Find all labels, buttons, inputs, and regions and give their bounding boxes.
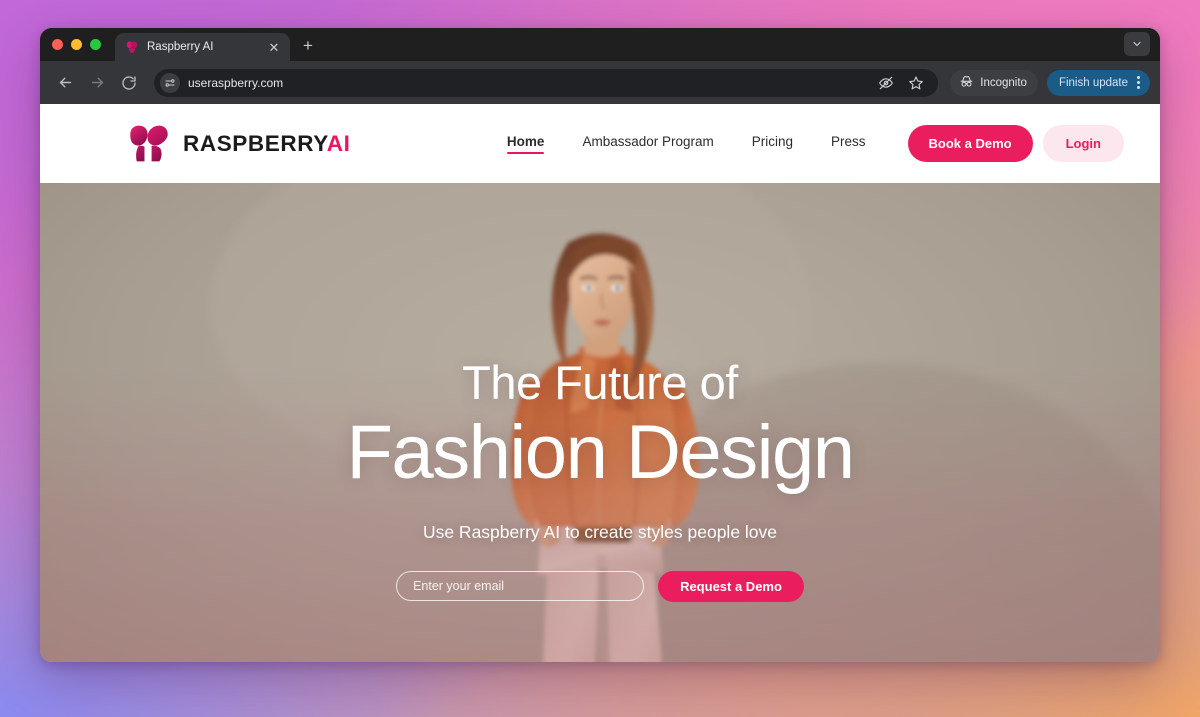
hero-content: The Future of Fashion Design Use Raspber…: [40, 183, 1160, 662]
hero-headline-line1: The Future of: [462, 356, 738, 409]
eye-slash-icon[interactable]: [874, 71, 898, 95]
minimize-window-button[interactable]: [71, 39, 82, 50]
email-input[interactable]: [396, 571, 645, 602]
incognito-indicator[interactable]: Incognito: [950, 69, 1038, 96]
browser-toolbar: useraspberry.com Incognito Finish update: [40, 61, 1160, 104]
browser-window: Raspberry AI ✕ + useraspberry.com Incogn…: [40, 28, 1160, 662]
raspberry-logo-icon: [126, 41, 138, 53]
browser-tab-title: Raspberry AI: [147, 41, 214, 53]
nav-link-pricing[interactable]: Pricing: [752, 134, 793, 154]
maximize-window-button[interactable]: [90, 39, 101, 50]
browser-tab-strip: Raspberry AI ✕ +: [40, 28, 1160, 61]
address-bar-actions: [874, 71, 928, 95]
hero-section: The Future of Fashion Design Use Raspber…: [40, 183, 1160, 662]
nav-link-ambassador-program[interactable]: Ambassador Program: [582, 134, 713, 154]
site-header: RASPBERRYAI Home Ambassador Program Pric…: [40, 104, 1160, 183]
close-window-button[interactable]: [52, 39, 63, 50]
hero-headline-line2: Fashion Design: [346, 410, 855, 495]
tune-sliders-icon[interactable]: [160, 72, 180, 93]
brand-logo[interactable]: RASPBERRYAI: [128, 124, 350, 164]
address-bar[interactable]: useraspberry.com: [154, 68, 939, 97]
login-button[interactable]: Login: [1042, 125, 1124, 162]
hero-subheadline: Use Raspberry AI to create styles people…: [422, 521, 778, 542]
browser-tab[interactable]: Raspberry AI ✕: [115, 33, 290, 61]
site-navigation: Home Ambassador Program Pricing Press: [506, 134, 866, 154]
finish-update-label: Finish update: [1058, 76, 1128, 89]
brand-name: RASPBERRYAI: [183, 131, 350, 157]
address-bar-url: useraspberry.com: [188, 75, 284, 90]
brand-name-main: RASPBERRY: [183, 130, 327, 156]
nav-link-press[interactable]: Press: [831, 134, 866, 154]
kebab-menu-icon[interactable]: [1133, 76, 1144, 89]
finish-update-button[interactable]: Finish update: [1046, 69, 1150, 96]
plus-icon[interactable]: +: [294, 31, 322, 59]
incognito-hat-icon: [959, 74, 974, 92]
raspberry-r-logo-icon: [130, 125, 168, 161]
book-a-demo-button[interactable]: Book a Demo: [907, 125, 1033, 162]
chevron-down-icon[interactable]: [1124, 32, 1150, 56]
page-viewport: RASPBERRYAI Home Ambassador Program Pric…: [40, 104, 1160, 662]
arrow-right-icon[interactable]: [82, 68, 112, 98]
header-actions: Book a Demo Login: [907, 125, 1124, 162]
arrow-left-icon[interactable]: [50, 68, 80, 98]
close-icon[interactable]: ✕: [266, 39, 282, 55]
star-icon[interactable]: [904, 71, 928, 95]
reload-icon[interactable]: [114, 68, 144, 98]
incognito-label: Incognito: [980, 76, 1027, 89]
tabstrip-right-controls: [1124, 32, 1150, 56]
request-a-demo-button[interactable]: Request a Demo: [658, 570, 804, 602]
window-traffic-lights: [52, 28, 115, 61]
nav-link-home[interactable]: Home: [506, 134, 544, 154]
brand-name-suffix: AI: [326, 130, 351, 156]
hero-email-form: Request a Demo: [396, 570, 804, 602]
